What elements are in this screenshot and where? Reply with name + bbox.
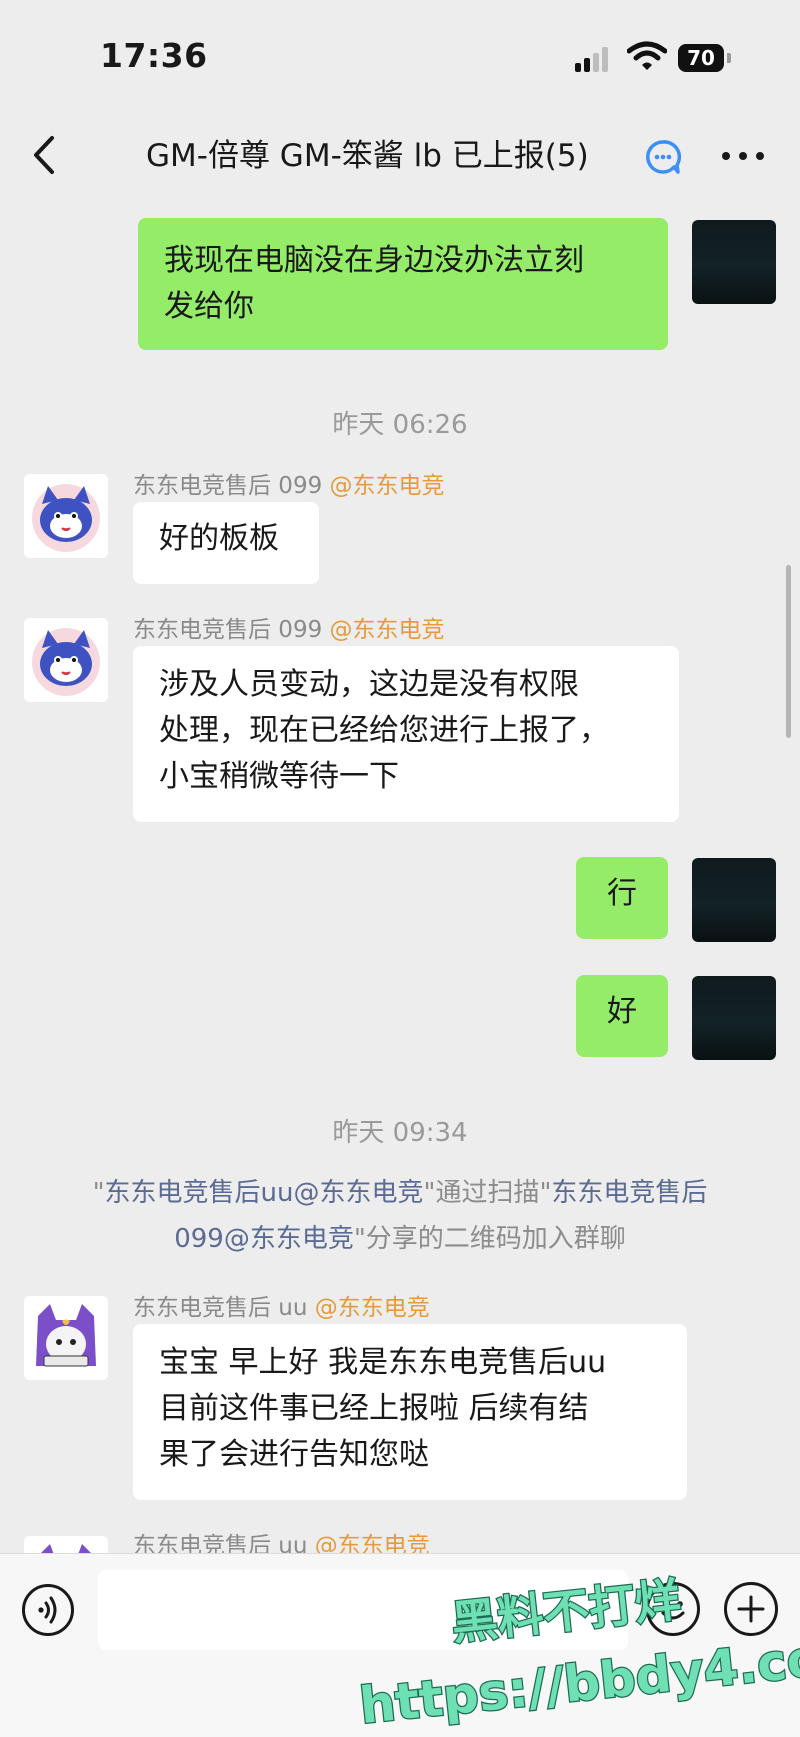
sender-name: 东东电竞售后 099 @东东电竞: [133, 473, 445, 499]
message-bubble[interactable]: 好的板板: [133, 502, 319, 584]
sender-name: 东东电竞售后 uu @东东电竞: [133, 1295, 430, 1321]
sender-avatar[interactable]: [24, 1296, 108, 1380]
sender-avatar[interactable]: [24, 1536, 108, 1553]
message-text: 果了会进行告知您哒: [159, 1437, 429, 1472]
sender-mention: @东东电竞: [314, 1533, 430, 1553]
chat-scrollbar[interactable]: [786, 565, 791, 738]
message-text: 目前这件事已经上报啦 后续有结: [159, 1391, 589, 1426]
sender-avatar[interactable]: [24, 618, 108, 702]
sender-mention: @东东电竞: [314, 1295, 430, 1321]
sender-mention: @东东电竞: [329, 473, 445, 499]
chat-header: GM-倍尊 GM-笨酱 lb 已上报(5): [0, 110, 800, 200]
message-text: 好的板板: [159, 521, 279, 556]
battery-cap: [727, 53, 731, 63]
system-user-link[interactable]: 东东电竞售后uu@东东电竞: [105, 1178, 424, 1208]
input-bar: [0, 1553, 800, 1737]
status-time: 17:36: [100, 36, 208, 75]
message-text: 处理，现在已经给您进行上报了，: [159, 713, 609, 748]
sender-avatar[interactable]: [24, 474, 108, 558]
sender-mention: @东东电竞: [329, 617, 445, 643]
message-bubble[interactable]: 宝宝 早上好 我是东东电竞售后uu 目前这件事已经上报啦 后续有结 果了会进行告…: [133, 1324, 687, 1500]
system-message-line: "东东电竞售后uu@东东电竞"通过扫描"东东电竞售后: [92, 1178, 708, 1208]
message-text: 我现在电脑没在身边没办法立刻: [164, 243, 584, 278]
self-avatar[interactable]: [692, 858, 776, 942]
wifi-icon: [627, 41, 667, 70]
message-bubble[interactable]: 涉及人员变动，这边是没有权限 处理，现在已经给您进行上报了， 小宝稍微等待一下: [133, 646, 679, 822]
chat-title: GM-倍尊 GM-笨酱 lb 已上报(5): [146, 138, 589, 174]
message-text: 行: [607, 876, 637, 911]
self-avatar[interactable]: [692, 976, 776, 1060]
chat-timestamp: 昨天 09:34: [332, 1118, 468, 1148]
battery-icon: 70: [678, 44, 724, 72]
message-bubble-self[interactable]: 好: [576, 975, 668, 1057]
message-text: 涉及人员变动，这边是没有权限: [159, 667, 579, 702]
cat-avatar-icon: [32, 484, 100, 552]
message-input[interactable]: [98, 1570, 628, 1650]
plus-icon[interactable]: [724, 1582, 778, 1636]
message-text: 宝宝 早上好 我是东东电竞售后uu: [159, 1345, 607, 1380]
back-icon[interactable]: [28, 130, 64, 180]
system-message: "东东电竞售后uu@东东电竞"通过扫描"东东电竞售后 099@东东电竞"分享的二…: [40, 1170, 760, 1262]
system-user-link[interactable]: 099@东东电竞: [174, 1224, 354, 1254]
cellular-signal-icon: [575, 44, 615, 72]
message-text: 好: [607, 994, 637, 1029]
chat-timestamp: 昨天 06:26: [332, 410, 468, 440]
chat-messages[interactable]: 我现在电脑没在身边没办法立刻 发给你 昨天 06:26 东东电竞售后 099 @…: [0, 200, 800, 1553]
sender-name: 东东电竞售后 uu @东东电竞: [133, 1526, 430, 1553]
message-bubble-self[interactable]: 行: [576, 857, 668, 939]
message-bubble-self[interactable]: 我现在电脑没在身边没办法立刻 发给你: [138, 218, 668, 350]
voice-icon[interactable]: [22, 1584, 74, 1636]
system-message-line: 099@东东电竞"分享的二维码加入群聊: [174, 1224, 626, 1254]
sender-name: 东东电竞售后 099 @东东电竞: [133, 617, 445, 643]
status-bar: 17:36 70: [0, 0, 800, 110]
system-user-link[interactable]: 东东电竞售后: [551, 1178, 707, 1208]
self-avatar[interactable]: [692, 220, 776, 304]
cat-avatar-icon: [32, 628, 100, 696]
hooded-cat-avatar-icon: [24, 1536, 108, 1553]
message-text: 发给你: [164, 289, 254, 324]
message-text: 小宝稍微等待一下: [159, 759, 399, 794]
hooded-cat-avatar-icon: [24, 1296, 108, 1380]
ai-icon[interactable]: [644, 138, 682, 176]
emoji-icon[interactable]: [646, 1582, 700, 1636]
more-icon[interactable]: [720, 140, 766, 170]
